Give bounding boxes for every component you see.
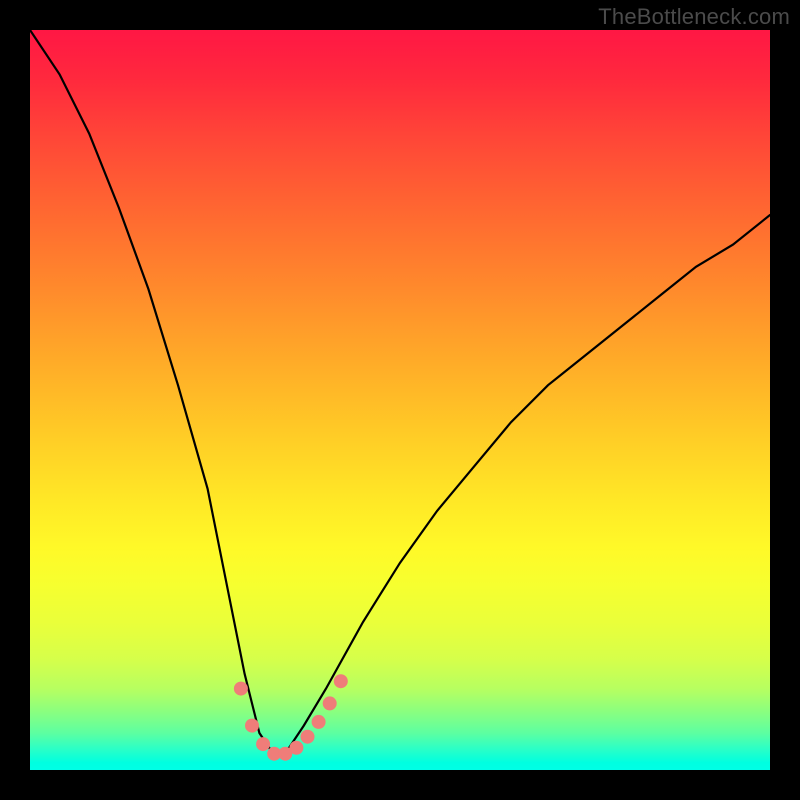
watermark-text: TheBottleneck.com <box>598 4 790 30</box>
valley-marker <box>289 741 303 755</box>
valley-marker <box>245 719 259 733</box>
valley-marker <box>334 674 348 688</box>
bottleneck-curve <box>30 30 770 755</box>
valley-marker <box>301 730 315 744</box>
plot-area <box>30 30 770 770</box>
chart-frame: TheBottleneck.com <box>0 0 800 800</box>
valley-markers <box>234 674 348 761</box>
chart-svg <box>30 30 770 770</box>
valley-marker <box>256 737 270 751</box>
valley-marker <box>234 682 248 696</box>
valley-marker <box>323 696 337 710</box>
valley-marker <box>312 715 326 729</box>
